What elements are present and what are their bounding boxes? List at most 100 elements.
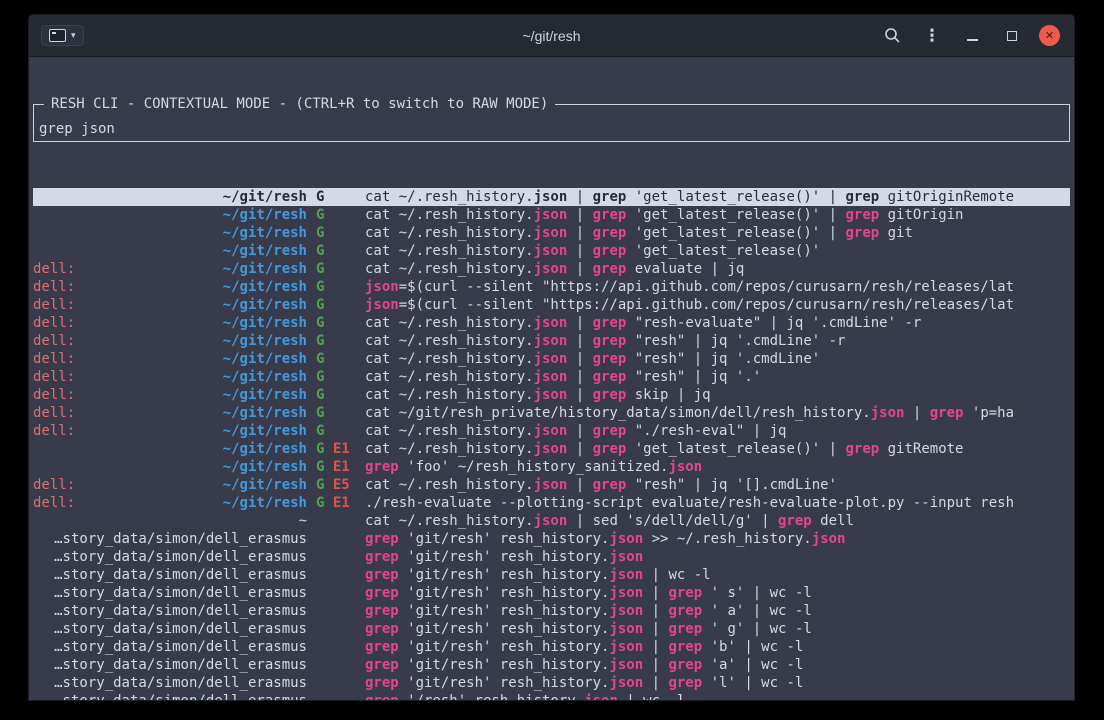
history-row[interactable]: …story_data/simon/dell_erasmusgrep '/res… <box>33 692 1070 700</box>
history-row[interactable]: dell:~/git/reshGcat ~/.resh_history.json… <box>33 350 1070 368</box>
match-highlight: json <box>609 549 643 565</box>
row-command: cat ~/.resh_history.json | grep "resh-ev… <box>365 314 1070 332</box>
row-directory: ~/git/resh <box>223 459 307 475</box>
match-highlight: json <box>609 585 643 601</box>
row-location: …story_data/simon/dell_erasmus <box>33 656 307 674</box>
row-command: cat ~/.resh_history.json | grep "./resh-… <box>365 422 1070 440</box>
git-flag: G <box>316 387 324 403</box>
row-command: cat ~/.resh_history.json | grep "resh" |… <box>365 350 1070 368</box>
match-highlight: json <box>534 369 568 385</box>
match-highlight: json <box>534 315 568 331</box>
match-highlight: grep <box>593 369 627 385</box>
match-highlight: grep <box>778 513 812 529</box>
row-location: ~/git/resh <box>33 242 307 260</box>
row-command: grep 'git/resh' resh_history.json | grep… <box>365 638 1070 656</box>
row-status-flags: G E1 <box>307 440 365 458</box>
row-directory: ~/git/resh <box>223 297 307 313</box>
history-row[interactable]: …story_data/simon/dell_erasmusgrep 'git/… <box>33 566 1070 584</box>
history-row[interactable]: dell:~/git/reshGcat ~/.resh_history.json… <box>33 332 1070 350</box>
git-flag: G <box>316 315 324 331</box>
new-terminal-button[interactable]: ▾ <box>41 25 84 46</box>
row-command: cat ~/.resh_history.json | grep 'get_lat… <box>365 242 1070 260</box>
git-flag: G <box>316 477 324 493</box>
history-row[interactable]: ~/git/reshGcat ~/.resh_history.json | gr… <box>33 206 1070 224</box>
history-row[interactable]: dell:~/git/reshGcat ~/.resh_history.json… <box>33 314 1070 332</box>
history-row[interactable]: …story_data/simon/dell_erasmusgrep 'git/… <box>33 674 1070 692</box>
row-directory: ~/git/resh <box>223 261 307 277</box>
row-host: dell: <box>33 350 75 368</box>
terminal-window: ▾ ~/git/resh ⋮ <box>28 14 1075 701</box>
history-row[interactable]: …story_data/simon/dell_erasmusgrep 'git/… <box>33 620 1070 638</box>
match-highlight: json <box>534 351 568 367</box>
row-command: cat ~/.resh_history.json | grep 'get_lat… <box>365 188 1070 206</box>
row-status-flags: G E5 <box>307 476 365 494</box>
row-location: dell:~/git/resh <box>33 386 307 404</box>
row-command: grep 'git/resh' resh_history.json | wc -… <box>365 566 1070 584</box>
terminal-icon <box>49 29 66 42</box>
git-flag: G <box>316 441 324 457</box>
history-row[interactable]: dell:~/git/reshGcat ~/.resh_history.json… <box>33 386 1070 404</box>
history-row[interactable]: …story_data/simon/dell_erasmus grep 'git/… <box>33 584 1070 602</box>
history-row[interactable]: dell:~/git/reshG E5cat ~/.resh_history.j… <box>33 476 1070 494</box>
row-status-flags: G <box>307 242 365 260</box>
row-command: grep 'git/resh' resh_history.json | grep… <box>365 602 1070 620</box>
history-row[interactable]: ~/git/reshGcat ~/.resh_history.json | gr… <box>33 224 1070 242</box>
history-row[interactable]: dell:~/git/reshGcat ~/.resh_history.json… <box>33 422 1070 440</box>
row-command: grep 'git/resh' resh_history.json | grep… <box>365 620 1070 638</box>
restore-button[interactable] <box>999 23 1025 49</box>
row-command: cat ~/.resh_history.json | grep "resh" |… <box>365 476 1070 494</box>
row-location: ~ <box>33 512 307 530</box>
close-button[interactable]: ✕ <box>1039 25 1060 46</box>
history-row[interactable]: …story_data/simon/dell_erasmusgrep 'git/… <box>33 548 1070 566</box>
row-directory: …story_data/simon/dell_erasmus <box>54 603 307 619</box>
history-row[interactable]: …story_data/simon/dell_erasmusgrep 'git/… <box>33 530 1070 548</box>
row-status-flags: G <box>307 422 365 440</box>
match-highlight: json <box>584 693 618 700</box>
match-highlight: grep <box>845 441 879 457</box>
search-query-input[interactable]: grep json <box>39 120 115 138</box>
search-button[interactable] <box>879 23 905 49</box>
titlebar[interactable]: ▾ ~/git/resh ⋮ <box>29 15 1074 57</box>
row-status-flags: G E1 <box>307 494 365 512</box>
history-row[interactable]: dell:~/git/reshGcat ~/.resh_history.json… <box>33 368 1070 386</box>
row-command: grep 'git/resh' resh_history.json | grep… <box>365 674 1070 692</box>
row-host: dell: <box>33 476 75 494</box>
row-directory: …story_data/simon/dell_erasmus <box>54 657 307 673</box>
match-highlight: grep <box>365 675 399 691</box>
match-highlight: grep <box>365 621 399 637</box>
history-row[interactable]: ~/git/resh Gcat ~/.resh_history.json | gr… <box>33 242 1070 260</box>
history-row[interactable]: dell:~/git/reshGcat ~/.resh_history.json… <box>33 260 1070 278</box>
row-location: …story_data/simon/dell_erasmus <box>33 692 307 700</box>
match-highlight: grep <box>668 657 702 673</box>
history-row[interactable]: dell:~/git/reshGjson=$(curl --silent "ht… <box>33 278 1070 296</box>
row-host: dell: <box>33 296 75 314</box>
history-row[interactable]: dell:~/git/reshG E1./resh-evaluate --plo… <box>33 494 1070 512</box>
row-status-flags: G <box>307 260 365 278</box>
menu-button[interactable]: ⋮ <box>919 23 945 49</box>
git-flag: G <box>316 243 324 259</box>
history-row[interactable]: …story_data/simon/dell_erasmus grep 'git/… <box>33 656 1070 674</box>
row-status-flags <box>307 548 365 566</box>
match-highlight: grep <box>845 225 879 241</box>
minimize-button[interactable] <box>959 23 985 49</box>
history-row[interactable]: ~/git/reshG E1grep 'foo' ~/resh_history_… <box>33 458 1070 476</box>
history-row[interactable]: …story_data/simon/dell_erasmus grep 'git/… <box>33 602 1070 620</box>
match-highlight: grep <box>365 693 399 700</box>
match-highlight: json <box>668 459 702 475</box>
row-location: …story_data/simon/dell_erasmus <box>33 548 307 566</box>
row-location: dell:~/git/resh <box>33 260 307 278</box>
history-row[interactable]: ~/git/reshG E1cat ~/.resh_history.json |… <box>33 440 1070 458</box>
row-location: dell: ~/git/resh <box>33 296 307 314</box>
row-status-flags <box>307 566 365 584</box>
row-location: …story_data/simon/dell_erasmus <box>33 584 307 602</box>
match-highlight: json <box>534 513 568 529</box>
row-status-flags <box>307 512 365 530</box>
row-command: grep 'git/resh' resh_history.json | grep… <box>365 584 1070 602</box>
history-row[interactable]: ~cat ~/.resh_history.json | sed 's/dell/… <box>33 512 1070 530</box>
history-row[interactable]: dell:~/git/reshGcat ~/git/resh_private/h… <box>33 404 1070 422</box>
history-row[interactable]: …story_data/simon/dell_erasmusgrep 'git/… <box>33 638 1070 656</box>
history-row[interactable]: dell:~/git/reshGjson=$(curl --silent "ht… <box>33 296 1070 314</box>
row-command: grep 'git/resh' resh_history.json | grep… <box>365 656 1070 674</box>
history-row[interactable]: ~/git/reshGcat ~/.resh_history.json | gr… <box>33 188 1070 206</box>
match-highlight: json <box>812 531 846 547</box>
